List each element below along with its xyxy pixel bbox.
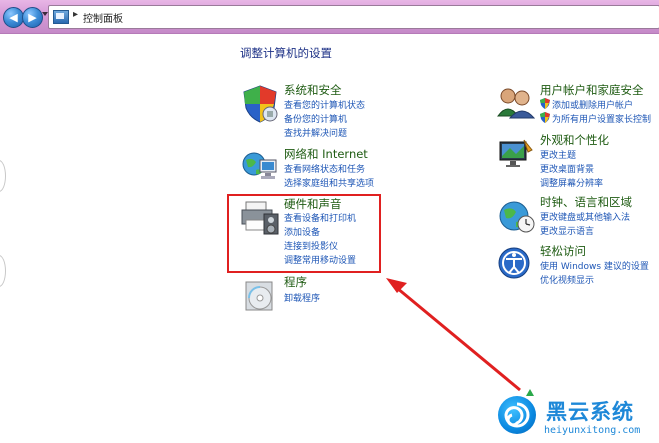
annotation-arrow: [396, 286, 521, 392]
watermark-url: heiyunxitong.com: [544, 425, 641, 436]
arrow-head-icon: [386, 278, 407, 293]
watermark-brand: 黑云系统: [546, 400, 634, 424]
annotation-arrow-layer: [386, 278, 521, 392]
watermark-logo-icon: [498, 396, 536, 434]
watermark-accent-icon: [526, 389, 534, 396]
